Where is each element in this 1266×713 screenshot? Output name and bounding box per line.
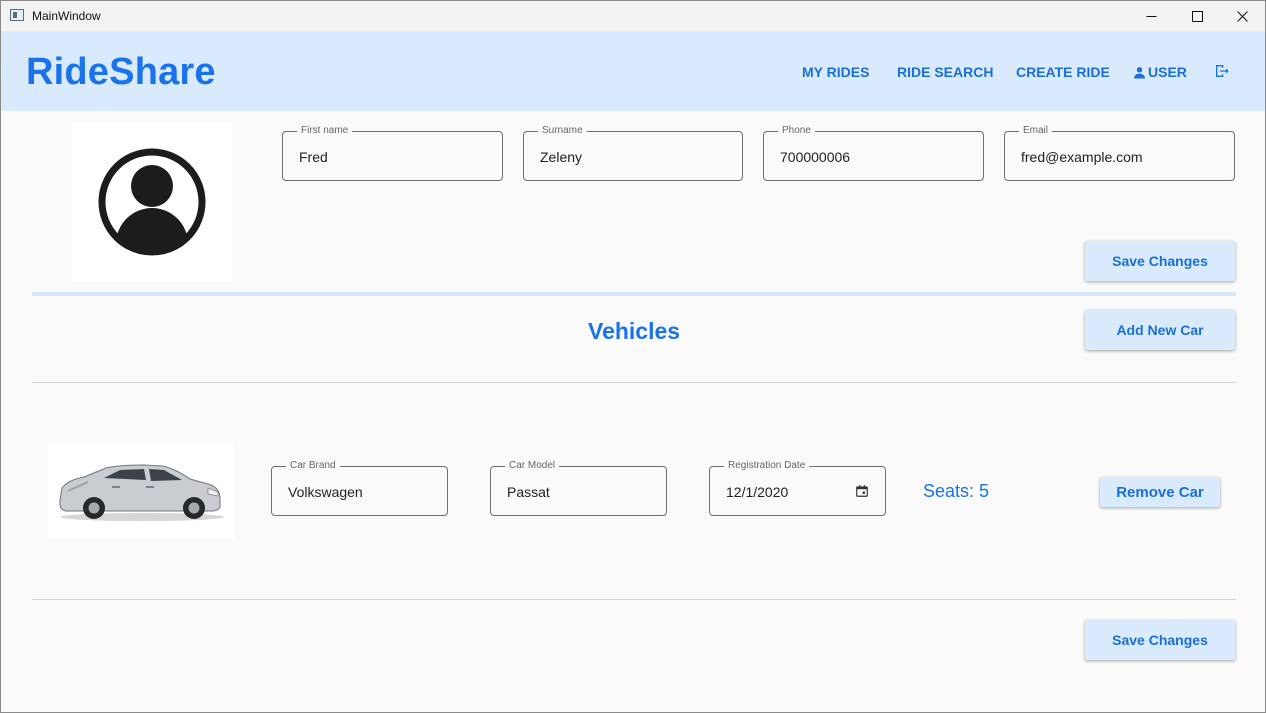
phone-field[interactable]: Phone 700000006 <box>763 125 984 181</box>
close-icon <box>1236 10 1248 22</box>
vehicle-list-bottom-divider <box>32 599 1236 600</box>
car-brand-value: Volkswagen <box>288 484 363 500</box>
surname-value: Zeleny <box>540 149 583 165</box>
phone-label: Phone <box>778 125 815 137</box>
profile-avatar[interactable] <box>72 122 232 281</box>
car-model-field[interactable]: Car Model Passat <box>490 460 667 516</box>
window-title: MainWindow <box>32 9 101 23</box>
remove-car-button[interactable]: Remove Car <box>1100 477 1220 507</box>
car-model-label: Car Model <box>505 460 560 472</box>
maximize-button[interactable] <box>1174 1 1220 31</box>
car-brand-field[interactable]: Car Brand Volkswagen <box>271 460 448 516</box>
app-header: RideShare MY RIDES RIDE SEARCH CREATE RI… <box>1 31 1265 111</box>
registration-date-value: 12/1/2020 <box>726 484 789 500</box>
car-model-value: Passat <box>507 484 550 500</box>
email-value: fred@example.com <box>1021 149 1143 165</box>
car-brand-label: Car Brand <box>286 460 340 472</box>
car-image <box>48 444 235 539</box>
first-name-label: First name <box>297 125 353 137</box>
main-window: MainWindow RideShare MY RIDES RIDE SEARC… <box>0 0 1266 713</box>
save-profile-button[interactable]: Save Changes <box>1085 241 1235 281</box>
brand-logo: RideShare <box>26 51 216 93</box>
maximize-icon <box>1191 10 1203 22</box>
minimize-button[interactable] <box>1128 1 1174 31</box>
registration-date-field[interactable]: Registration Date 12/1/2020 <box>709 460 886 516</box>
first-name-field[interactable]: First name Fred <box>282 125 503 181</box>
save-vehicles-button[interactable]: Save Changes <box>1085 620 1235 660</box>
logout-icon[interactable] <box>1214 63 1230 79</box>
calendar-icon[interactable] <box>855 484 869 498</box>
car-icon <box>59 464 224 521</box>
email-field[interactable]: Email fred@example.com <box>1004 125 1235 181</box>
first-name-value: Fred <box>299 149 328 165</box>
registration-date-label: Registration Date <box>724 460 810 472</box>
surname-field[interactable]: Surname Zeleny <box>523 125 743 181</box>
nav-ride-search[interactable]: RIDE SEARCH <box>897 64 993 80</box>
person-icon <box>1134 66 1145 78</box>
title-bar: MainWindow <box>1 1 1265 31</box>
nav-my-rides[interactable]: MY RIDES <box>802 64 869 80</box>
email-label: Email <box>1019 125 1053 137</box>
close-button[interactable] <box>1219 1 1265 31</box>
phone-value: 700000006 <box>780 149 851 165</box>
add-new-car-button[interactable]: Add New Car <box>1085 310 1235 350</box>
user-avatar-icon <box>98 148 206 256</box>
nav-user[interactable]: USER <box>1133 64 1187 80</box>
surname-label: Surname <box>538 125 587 137</box>
section-divider <box>32 292 1236 296</box>
vehicles-title: Vehicles <box>588 318 681 344</box>
nav-create-ride[interactable]: CREATE RIDE <box>1016 64 1110 80</box>
app-window-icon <box>10 9 24 21</box>
nav-user-label: USER <box>1148 64 1187 80</box>
car-seats: Seats: 5 <box>923 481 990 501</box>
minimize-icon <box>1146 15 1156 17</box>
vehicle-list-top-divider <box>32 382 1236 383</box>
